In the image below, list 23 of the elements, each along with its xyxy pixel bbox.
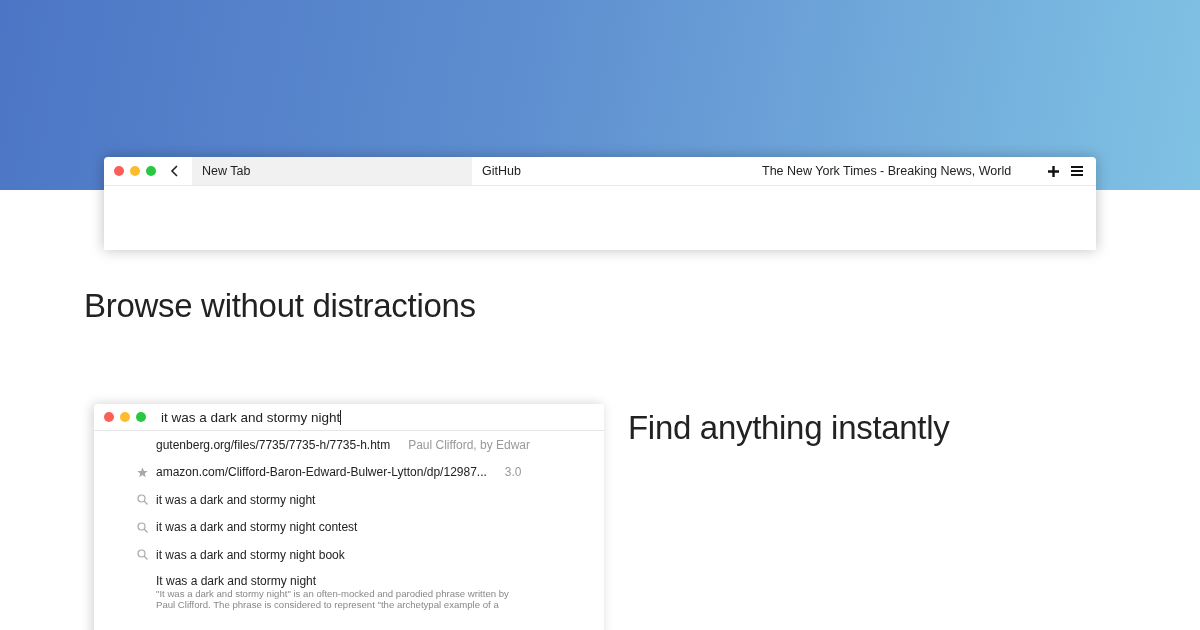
suggestion-description: "It was a dark and stormy night" is an often-mocked and parodied phrase written by bbox=[156, 587, 509, 599]
suggestion-description: Paul Clifford. The phrase is considered to represent "the archetypal example of a bbox=[156, 598, 499, 610]
suggestion-item[interactable]: gutenberg.org/files/7735/7735-h/7735-h.htm bbox=[156, 437, 391, 452]
suggestion-item[interactable]: it was a dark and stormy night bbox=[156, 492, 316, 507]
suggestion-detail: 3.0 bbox=[504, 465, 522, 480]
suggestion-detail: Paul Clifford, by Edwar bbox=[408, 437, 530, 452]
plus-icon[interactable] bbox=[1048, 165, 1059, 177]
back-icon[interactable] bbox=[170, 164, 180, 178]
tab[interactable]: The New York Times - Breaking News, World bbox=[752, 157, 1040, 185]
suggestion-item[interactable]: amazon.com/Clifford-Baron-Edward-Bulwer-Lytton/dp/12987... bbox=[156, 465, 487, 480]
headline: Browse without distractions bbox=[84, 286, 477, 326]
search-icon bbox=[137, 549, 148, 561]
suggestion-title[interactable]: It was a dark and stormy night bbox=[156, 574, 509, 588]
suggestion-item[interactable]: it was a dark and stormy night book bbox=[156, 547, 345, 562]
headline: Find anything instantly bbox=[628, 408, 950, 448]
tab[interactable]: New Tab bbox=[192, 157, 472, 185]
tab[interactable]: GitHub bbox=[472, 157, 752, 185]
suggestion-item[interactable]: it was a dark and stormy night contest bbox=[156, 520, 358, 535]
search-icon bbox=[137, 494, 148, 506]
search-field[interactable]: it was a dark and stormy night bbox=[161, 409, 342, 425]
menu-icon[interactable] bbox=[1071, 166, 1083, 176]
star-icon bbox=[137, 466, 148, 478]
search-icon bbox=[137, 521, 148, 533]
